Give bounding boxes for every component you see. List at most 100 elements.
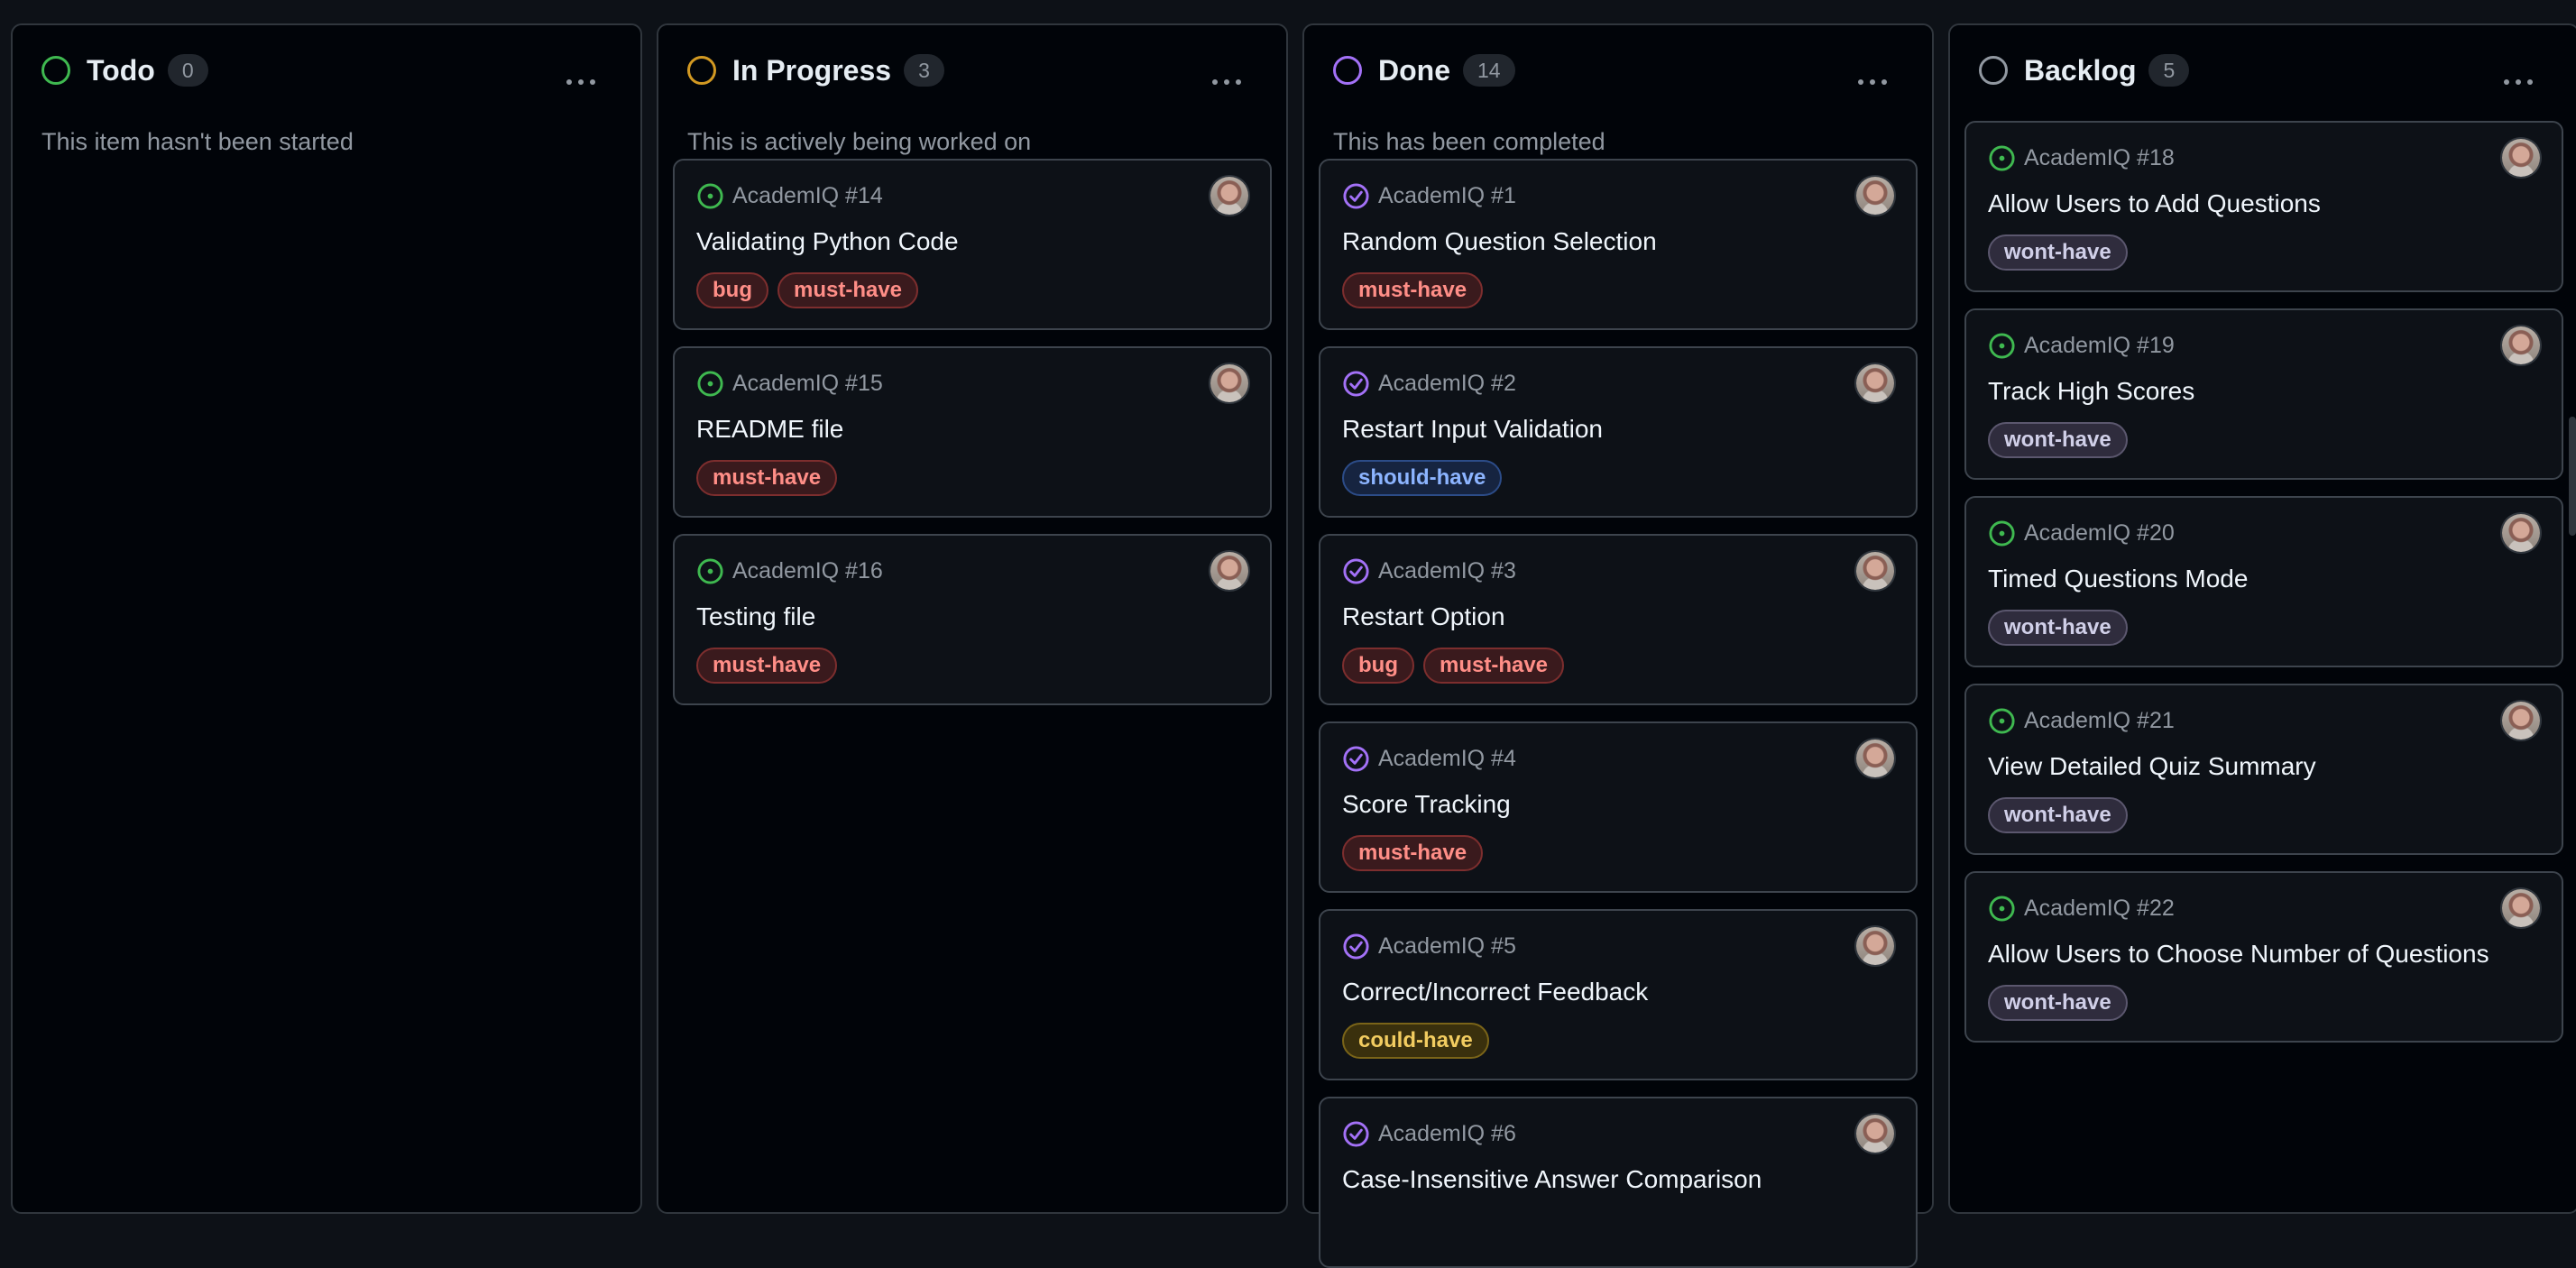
column-header: Done 14 This has been completed <box>1304 25 1932 155</box>
issue-labels: must-have <box>696 648 838 684</box>
issue-card[interactable]: AcademIQ #18 Allow Users to Add Question… <box>1964 121 2563 292</box>
issue-open-icon <box>1989 333 2015 359</box>
issue-reference[interactable]: AcademIQ #2 <box>1378 368 1516 399</box>
issue-labels: wont-have <box>1988 610 2128 646</box>
issue-labels: wont-have <box>1988 797 2128 833</box>
issue-title[interactable]: Correct/Incorrect Feedback <box>1342 976 1648 1008</box>
assignee-avatar[interactable] <box>1856 927 1894 965</box>
scrollbar-thumb[interactable] <box>2569 417 2576 536</box>
issue-card[interactable]: AcademIQ #5 Correct/Incorrect Feedback c… <box>1319 909 1918 1080</box>
issue-labels: must-have <box>696 460 838 496</box>
label-wont-have[interactable]: wont-have <box>1988 797 2128 833</box>
issue-open-icon <box>1989 896 2015 922</box>
assignee-avatar[interactable] <box>1856 1115 1894 1153</box>
issue-closed-icon <box>1343 558 1369 584</box>
assignee-avatar[interactable] <box>2502 326 2540 364</box>
label-must-have[interactable]: must-have <box>1422 648 1565 684</box>
issue-title[interactable]: Timed Questions Mode <box>1988 563 2248 595</box>
column-header: In Progress 3 This is actively being work… <box>658 25 1286 155</box>
column-menu-button[interactable] <box>563 72 599 90</box>
issue-reference[interactable]: AcademIQ #19 <box>2024 330 2175 361</box>
issue-reference[interactable]: AcademIQ #20 <box>2024 518 2175 548</box>
issue-card[interactable]: AcademIQ #1 Random Question Selection mu… <box>1319 159 1918 330</box>
column-backlog: Backlog 5 AcademIQ #18 Allow Users to Add… <box>1948 23 2576 1214</box>
issue-card[interactable]: AcademIQ #2 Restart Input Validation sho… <box>1319 346 1918 518</box>
issue-closed-icon <box>1343 933 1369 960</box>
assignee-avatar[interactable] <box>1856 177 1894 215</box>
issue-card[interactable]: AcademIQ #22 Allow Users to Choose Numbe… <box>1964 871 2563 1043</box>
issue-title[interactable]: Restart Option <box>1342 601 1505 633</box>
issue-title[interactable]: View Detailed Quiz Summary <box>1988 750 2316 783</box>
assignee-avatar[interactable] <box>2502 514 2540 552</box>
column-menu-button[interactable] <box>1209 72 1245 90</box>
issue-labels: wont-have <box>1988 985 2128 1021</box>
column-menu-button[interactable] <box>1854 72 1891 90</box>
issue-reference[interactable]: AcademIQ #22 <box>2024 893 2175 923</box>
issue-title[interactable]: Allow Users to Choose Number of Question… <box>1988 938 2489 970</box>
column-menu-button[interactable] <box>2500 72 2536 90</box>
label-bug[interactable]: bug <box>696 272 768 308</box>
issue-open-icon <box>697 371 723 397</box>
label-must-have[interactable]: must-have <box>777 272 919 308</box>
issue-reference[interactable]: AcademIQ #16 <box>732 556 883 586</box>
issue-card[interactable]: AcademIQ #20 Timed Questions Mode wont-h… <box>1964 496 2563 667</box>
issue-labels: should-have <box>1342 460 1503 496</box>
issue-card[interactable]: AcademIQ #16 Testing file must-have <box>673 534 1272 705</box>
assignee-avatar[interactable] <box>1210 364 1248 402</box>
issue-card[interactable]: AcademIQ #3 Restart Option bug must-have <box>1319 534 1918 705</box>
issue-title[interactable]: Random Question Selection <box>1342 225 1657 258</box>
issue-reference[interactable]: AcademIQ #5 <box>1378 931 1516 961</box>
issue-title[interactable]: Validating Python Code <box>696 225 959 258</box>
issue-reference[interactable]: AcademIQ #21 <box>2024 705 2175 736</box>
label-must-have[interactable]: must-have <box>696 648 838 684</box>
assignee-avatar[interactable] <box>1856 364 1894 402</box>
issue-title[interactable]: Restart Input Validation <box>1342 413 1603 446</box>
label-bug[interactable]: bug <box>1342 648 1414 684</box>
label-must-have[interactable]: must-have <box>696 460 838 496</box>
issue-open-icon <box>697 558 723 584</box>
issue-card[interactable]: AcademIQ #15 README file must-have <box>673 346 1272 518</box>
issue-reference[interactable]: AcademIQ #15 <box>732 368 883 399</box>
label-wont-have[interactable]: wont-have <box>1988 610 2128 646</box>
issue-card[interactable]: AcademIQ #6 Case-Insensitive Answer Comp… <box>1319 1097 1918 1268</box>
assignee-avatar[interactable] <box>1856 552 1894 590</box>
issue-title[interactable]: Allow Users to Add Questions <box>1988 188 2321 220</box>
assignee-avatar[interactable] <box>2502 139 2540 177</box>
issue-labels: must-have <box>1342 835 1484 871</box>
issue-card[interactable]: AcademIQ #19 Track High Scores wont-have <box>1964 308 2563 480</box>
column-count: 3 <box>904 54 944 87</box>
label-wont-have[interactable]: wont-have <box>1988 422 2128 458</box>
issue-reference[interactable]: AcademIQ #14 <box>732 180 883 211</box>
issue-card[interactable]: AcademIQ #14 Validating Python Code bug … <box>673 159 1272 330</box>
issue-reference[interactable]: AcademIQ #18 <box>2024 142 2175 173</box>
label-must-have[interactable]: must-have <box>1342 835 1484 871</box>
label-should-have[interactable]: should-have <box>1342 460 1503 496</box>
label-wont-have[interactable]: wont-have <box>1988 234 2128 271</box>
issue-reference[interactable]: AcademIQ #3 <box>1378 556 1516 586</box>
issue-title[interactable]: Testing file <box>696 601 815 633</box>
issue-labels: wont-have <box>1988 422 2128 458</box>
issue-title[interactable]: README file <box>696 413 843 446</box>
issue-card[interactable]: AcademIQ #4 Score Tracking must-have <box>1319 721 1918 893</box>
issue-reference[interactable]: AcademIQ #1 <box>1378 180 1516 211</box>
assignee-avatar[interactable] <box>1856 740 1894 777</box>
label-must-have[interactable]: must-have <box>1342 272 1484 308</box>
issue-card[interactable]: AcademIQ #21 View Detailed Quiz Summary … <box>1964 684 2563 855</box>
assignee-avatar[interactable] <box>1210 552 1248 590</box>
issue-closed-icon <box>1343 183 1369 209</box>
issue-title[interactable]: Track High Scores <box>1988 375 2194 408</box>
column-done: Done 14 This has been completed AcademIQ … <box>1302 23 1934 1268</box>
assignee-avatar[interactable] <box>1210 177 1248 215</box>
assignee-avatar[interactable] <box>2502 889 2540 927</box>
issue-reference[interactable]: AcademIQ #6 <box>1378 1118 1516 1149</box>
issue-closed-icon <box>1343 1121 1369 1147</box>
issue-reference[interactable]: AcademIQ #4 <box>1378 743 1516 774</box>
label-wont-have[interactable]: wont-have <box>1988 985 2128 1021</box>
issue-title[interactable]: Case-Insensitive Answer Comparison <box>1342 1163 1762 1196</box>
issue-labels: bug must-have <box>696 272 919 308</box>
column-title: Backlog 5 <box>2024 52 2190 88</box>
assignee-avatar[interactable] <box>2502 702 2540 740</box>
issue-closed-icon <box>1343 746 1369 772</box>
issue-title[interactable]: Score Tracking <box>1342 788 1511 821</box>
label-could-have[interactable]: could-have <box>1342 1023 1489 1059</box>
